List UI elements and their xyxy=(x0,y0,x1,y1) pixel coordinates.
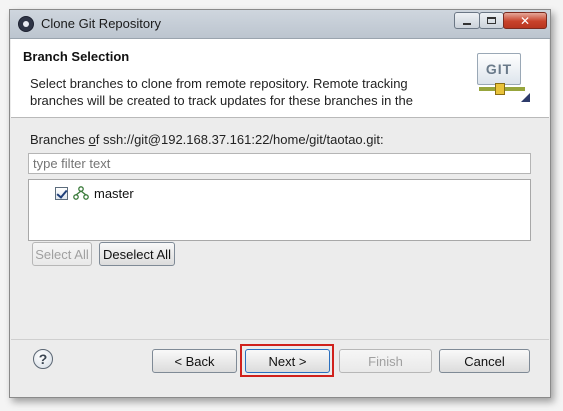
git-banner-slider xyxy=(495,83,505,95)
git-banner-corner xyxy=(521,93,530,102)
git-logo-text: GIT xyxy=(477,53,521,85)
branch-name: master xyxy=(94,185,134,201)
branches-label-suffix: f ssh://git@192.168.37.161:22/home/git/t… xyxy=(95,132,384,147)
eclipse-app-icon xyxy=(18,16,34,32)
footer-divider xyxy=(11,339,549,340)
branch-checkbox-master[interactable] xyxy=(55,186,68,200)
wizard-header: Branch Selection Select branches to clon… xyxy=(11,39,549,118)
description-line-1: Select branches to clone from remote rep… xyxy=(30,76,408,91)
page-description: Select branches to clone from remote rep… xyxy=(30,75,450,109)
page-title: Branch Selection xyxy=(23,49,130,64)
help-icon[interactable]: ? xyxy=(33,349,53,369)
close-button[interactable]: ✕ xyxy=(503,12,547,29)
minimize-icon xyxy=(463,22,471,25)
deselect-all-button[interactable]: Deselect All xyxy=(99,242,175,266)
branch-filter-input[interactable] xyxy=(28,153,531,174)
maximize-button[interactable] xyxy=(479,12,504,29)
maximize-icon xyxy=(487,17,496,24)
select-all-button[interactable]: Select All xyxy=(32,242,92,266)
git-banner-icon: GIT xyxy=(477,53,531,103)
next-button[interactable]: Next > xyxy=(245,349,330,373)
branches-label-prefix: Branches xyxy=(30,132,89,147)
close-icon: ✕ xyxy=(519,13,531,28)
back-button[interactable]: < Back xyxy=(152,349,237,373)
minimize-button[interactable] xyxy=(454,12,480,29)
finish-button[interactable]: Finish xyxy=(339,349,432,373)
title-bar[interactable]: Clone Git Repository ✕ xyxy=(10,10,550,39)
branches-label-mnemonic: o xyxy=(88,132,96,147)
branches-label: Branches of ssh://git@192.168.37.161:22/… xyxy=(30,132,384,147)
description-line-2: branches will be created to track update… xyxy=(30,93,413,108)
branch-list[interactable]: master xyxy=(28,179,531,241)
clone-git-repository-dialog: Clone Git Repository ✕ Branch Selection … xyxy=(9,9,551,398)
branch-icon xyxy=(73,186,89,200)
cancel-button[interactable]: Cancel xyxy=(439,349,530,373)
window-title: Clone Git Repository xyxy=(41,16,161,31)
list-item[interactable]: master xyxy=(55,185,134,201)
